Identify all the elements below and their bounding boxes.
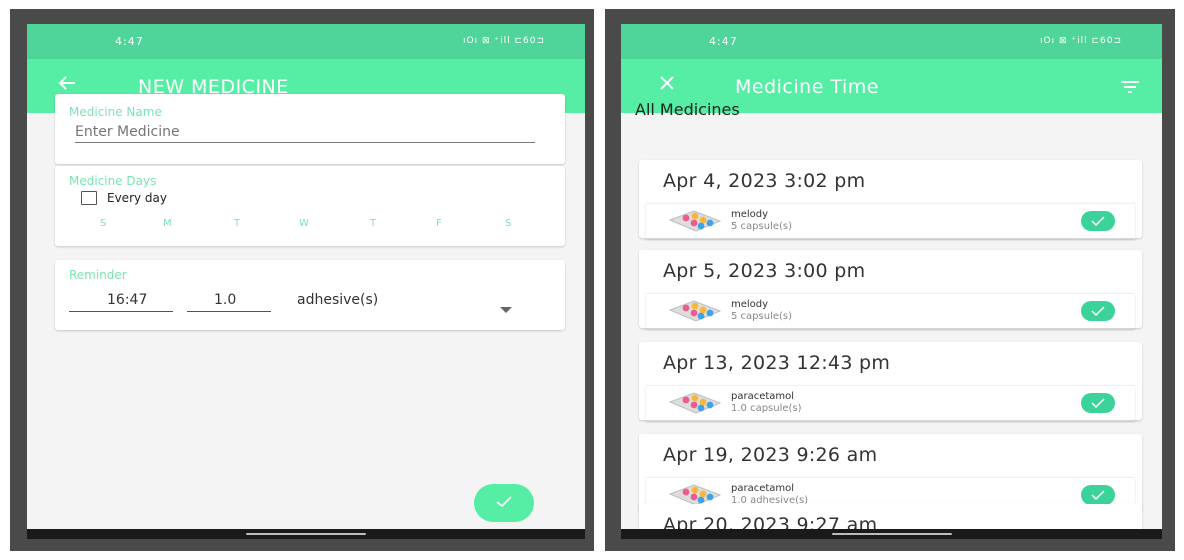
medicine-entry-card[interactable]: Apr 13, 2023 12:43 pm paracetamol 1.0 ca… xyxy=(639,342,1142,420)
status-icons: ıOı ⊠ ⁺ill ⊏60⊐ xyxy=(1040,36,1122,46)
medicine-name-label: Medicine Name xyxy=(69,105,162,119)
check-icon xyxy=(1091,398,1105,408)
medicine-name-input[interactable] xyxy=(75,122,535,143)
every-day-label: Every day xyxy=(107,191,167,205)
page-title: Medicine Time xyxy=(735,76,879,98)
check-icon xyxy=(1091,490,1105,500)
new-medicine-screen: 4:47 ıOı ⊠ ⁺ill ⊏60⊐ NEW MEDICINE Medici… xyxy=(27,24,585,539)
status-time: 4:47 xyxy=(115,35,144,48)
time-field-underline xyxy=(69,311,173,312)
medicine-dose: 1.0 capsule(s) xyxy=(731,403,802,414)
medicine-dose: 5 capsule(s) xyxy=(731,311,793,322)
medicine-entry-card[interactable]: Apr 19, 2023 9:26 am paracetamol 1.0 adh… xyxy=(639,434,1142,512)
status-bar: 4:47 ıOı ⊠ ⁺ill ⊏60⊐ xyxy=(27,24,585,59)
day-toggle-tuesday[interactable]: T xyxy=(234,218,240,229)
check-icon xyxy=(1091,216,1105,226)
pill-tray-icon xyxy=(668,300,722,326)
save-medicine-fab[interactable] xyxy=(474,484,534,522)
reminder-card: Reminder 16:47 1.0 adhesive(s) xyxy=(55,260,565,330)
day-toggle-friday[interactable]: F xyxy=(436,218,442,229)
unit-dropdown[interactable]: adhesive(s) xyxy=(297,292,378,308)
all-medicines-heading: All Medicines xyxy=(635,100,740,119)
entry-datetime: Apr 5, 2023 3:00 pm xyxy=(663,260,866,282)
pill-tray-icon xyxy=(668,392,722,418)
day-toggle-saturday[interactable]: S xyxy=(505,218,511,229)
entry-datetime: Apr 19, 2023 9:26 am xyxy=(663,444,878,466)
day-toggle-wednesday[interactable]: W xyxy=(299,218,309,229)
amount-field-underline xyxy=(187,311,271,312)
every-day-checkbox[interactable] xyxy=(81,191,97,205)
entry-detail-row: melody 5 capsule(s) xyxy=(646,203,1135,239)
medicine-dose: 5 capsule(s) xyxy=(731,221,793,232)
close-icon[interactable] xyxy=(659,73,675,97)
day-toggle-sunday[interactable]: S xyxy=(100,218,106,229)
medicine-entry-card[interactable]: Apr 4, 2023 3:02 pm melody 5 capsule(s) xyxy=(639,160,1142,238)
medicine-days-label: Medicine Days xyxy=(69,174,157,188)
status-time: 4:47 xyxy=(709,35,738,48)
day-toggle-monday[interactable]: M xyxy=(163,218,172,229)
medicine-name-card: Medicine Name xyxy=(55,94,565,164)
medicine-name: melody xyxy=(731,299,769,310)
system-nav-bar xyxy=(27,529,585,539)
taken-check-button[interactable] xyxy=(1081,393,1115,413)
medicine-days-card: Medicine Days Every day S M T W T F S xyxy=(55,166,565,246)
system-nav-bar xyxy=(621,529,1162,539)
home-gesture-handle[interactable] xyxy=(246,533,366,535)
reminder-time-field[interactable]: 16:47 xyxy=(107,292,147,308)
medicine-entry-card[interactable]: Apr 5, 2023 3:00 pm melody 5 capsule(s) xyxy=(639,250,1142,328)
check-icon xyxy=(1091,306,1105,316)
entry-detail-row: paracetamol 1.0 capsule(s) xyxy=(646,385,1135,421)
entry-detail-row: melody 5 capsule(s) xyxy=(646,293,1135,329)
status-icons: ıOı ⊠ ⁺ill ⊏60⊐ xyxy=(463,36,545,46)
pill-tray-icon xyxy=(668,210,722,236)
medicine-time-screen: 4:47 ıOı ⊠ ⁺ill ⊏60⊐ Medicine Time All M… xyxy=(621,24,1162,539)
medicine-name: paracetamol xyxy=(731,391,795,402)
taken-check-button[interactable] xyxy=(1081,301,1115,321)
check-icon xyxy=(496,496,512,508)
taken-check-button[interactable] xyxy=(1081,211,1115,231)
entry-datetime: Apr 4, 2023 3:02 pm xyxy=(663,170,866,192)
day-toggle-thursday[interactable]: T xyxy=(370,218,376,229)
home-gesture-handle[interactable] xyxy=(831,533,952,535)
reminder-label: Reminder xyxy=(69,268,127,282)
status-bar: 4:47 ıOı ⊠ ⁺ill ⊏60⊐ xyxy=(621,24,1162,59)
entry-datetime: Apr 13, 2023 12:43 pm xyxy=(663,352,891,374)
taken-check-button[interactable] xyxy=(1081,485,1115,505)
dropdown-arrow-icon[interactable] xyxy=(500,298,512,317)
filter-icon[interactable] xyxy=(1120,79,1140,98)
dose-amount-field[interactable]: 1.0 xyxy=(214,292,236,308)
medicine-name: paracetamol xyxy=(731,483,795,494)
medicine-name: melody xyxy=(731,209,769,220)
